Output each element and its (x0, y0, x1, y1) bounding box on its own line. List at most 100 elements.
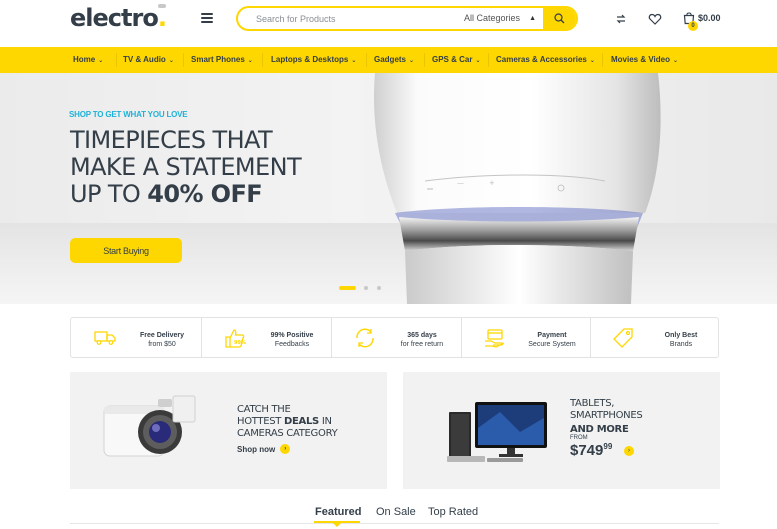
svg-text:99%: 99% (234, 340, 246, 346)
hero-title: TIMEPIECES THAT MAKE A STATEMENT UP TO 4… (70, 126, 302, 208)
main-nav: Home ⌄ TV & Audio ⌄ Smart Phones ⌄ Laptops … (0, 47, 777, 73)
hero-product-image: — + (374, 73, 661, 304)
nav-item-label: Movies & Video (611, 55, 670, 64)
chevron-down-icon: ⌄ (589, 58, 595, 64)
nav-item-smart-phones[interactable]: Smart Phones ⌄ (191, 47, 253, 73)
hero-slider: — + SHOP TO GET WHAT YOU LOVE TIMEPIECES… (0, 73, 777, 304)
feature-subtitle: Brands (669, 341, 693, 348)
arrow-right-icon: › (280, 444, 291, 454)
price-from-label: FROM (570, 435, 588, 441)
banner-price: $74999 (570, 442, 612, 459)
slider-dot-active[interactable] (339, 286, 356, 290)
nav-item-label: Gadgets (374, 55, 407, 64)
shop-now-label: Shop now (237, 445, 276, 455)
nav-item-label: TV & Audio (123, 55, 166, 64)
logo-text: electro (70, 4, 159, 32)
search-icon (554, 13, 565, 24)
camera-image (103, 395, 196, 457)
thumbs-up-icon: 99% (225, 329, 246, 348)
chevron-down-icon: ⌄ (672, 58, 679, 64)
banner-cameras-text: CATCH THE HOTTEST DEALS IN CAMERAS CATEG… (237, 404, 338, 440)
hero-title-line2: MAKE A STATEMENT (70, 153, 302, 181)
chevron-down-icon: ⌄ (351, 58, 357, 64)
tag-icon (613, 328, 633, 348)
search-bar: All Categories ▲ (236, 6, 578, 31)
feature-subtitle: for free return (400, 341, 444, 348)
nav-item-laptops-desktops[interactable]: Laptops & Desktops ⌄ (271, 47, 356, 73)
truck-icon (94, 331, 116, 345)
hero-subtitle: SHOP TO GET WHAT YOU LOVE (69, 110, 188, 119)
wishlist-heart-icon[interactable] (648, 12, 662, 26)
hero-title-line1: TIMEPIECES THAT (70, 126, 273, 154)
hero-title-prefix: UP TO (70, 180, 148, 208)
banner-cameras[interactable]: CATCH THE HOTTEST DEALS IN CAMERAS CATEG… (70, 372, 387, 489)
feature-subtitle: from $50 (148, 341, 176, 348)
tabs-divider (70, 523, 719, 524)
nav-item-label: Cameras & Accessories (496, 55, 587, 64)
tab-top-rated[interactable]: Top Rated (428, 506, 478, 518)
nav-item-movies-video[interactable]: Movies & Video ⌄ (611, 47, 678, 73)
feature-text: 99% Positive Feedbacks (255, 331, 329, 349)
category-select[interactable]: All Categories ▲ (464, 8, 544, 29)
nav-item-tv-audio[interactable]: TV & Audio ⌄ (123, 47, 174, 73)
feature-title: 99% Positive (270, 332, 314, 339)
tab-on-sale[interactable]: On Sale (376, 506, 416, 518)
slider-dot[interactable] (377, 286, 381, 290)
product-tabs: Featured On Sale Top Rated (0, 499, 777, 529)
nav-item-cameras-accessories[interactable]: Cameras & Accessories ⌄ (496, 47, 595, 73)
feature-secure-payment: Payment Secure System (461, 318, 591, 357)
cart-count-badge: 0 (688, 21, 698, 31)
nav-item-label: Home (73, 55, 96, 64)
chevron-down-icon: ⌄ (409, 58, 415, 64)
banner-tablets[interactable]: TABLETS, SMARTPHONES AND MORE FROM $7499… (403, 372, 720, 489)
nav-item-gps-car[interactable]: GPS & Car ⌄ (432, 47, 481, 73)
cart-total[interactable]: $0.00 (698, 13, 721, 23)
return-icon (356, 328, 374, 348)
feature-free-return: 365 days for free return (331, 318, 461, 357)
svg-text:—: — (457, 179, 464, 187)
search-button[interactable] (543, 8, 576, 29)
price-cents: 99 (603, 442, 613, 451)
feature-title: 365 days (407, 332, 437, 339)
feature-subtitle: Feedbacks (274, 341, 310, 348)
banner-tablets-text: TABLETS, SMARTPHONES (570, 398, 643, 422)
chevron-down-icon: ⌄ (98, 58, 104, 64)
feature-title: Only Best (664, 332, 698, 339)
select-arrows-icon: ▲ (529, 15, 536, 22)
hero-title-discount: 40% OFF (147, 180, 263, 208)
banner-line: HOTTEST DEALS IN (237, 416, 337, 428)
features-bar: Free Delivery from $50 99% 99% Positive Fe… (70, 317, 719, 358)
compare-icon[interactable] (614, 12, 628, 26)
price-main: $749 (570, 442, 604, 459)
nav-item-label: Laptops & Desktops (271, 55, 349, 64)
feature-subtitle: Secure System (528, 341, 576, 348)
banner-text-suffix: IN (318, 416, 332, 427)
banner-text-bold: DEALS (284, 416, 319, 427)
svg-text:+: + (489, 179, 495, 187)
nav-item-gadgets[interactable]: Gadgets ⌄ (374, 47, 414, 73)
menu-icon[interactable] (201, 13, 213, 23)
nav-item-label: GPS & Car (432, 55, 473, 64)
banner-line: TABLETS, (570, 398, 615, 409)
arrow-right-icon[interactable]: › (624, 446, 634, 456)
feature-text: 365 days for free return (385, 331, 459, 349)
payment-icon (485, 329, 505, 348)
search-input[interactable] (238, 8, 453, 29)
banner-line: CATCH THE (237, 404, 291, 415)
tab-featured[interactable]: Featured (315, 506, 361, 518)
banner-tablets-bold: AND MORE (570, 424, 629, 435)
banner-text-prefix: HOTTEST (237, 416, 284, 427)
site-logo[interactable]: electro. (70, 4, 167, 32)
feature-text: Only Best Brands (644, 331, 718, 349)
feature-positive-feedback: 99% 99% Positive Feedbacks (201, 318, 331, 357)
start-buying-button[interactable]: Start Buying (70, 238, 182, 263)
banner-line: CAMERAS CATEGORY (237, 428, 338, 439)
shop-now-link[interactable]: Shop now › (237, 444, 291, 455)
chevron-down-icon: ⌄ (475, 58, 481, 64)
nav-item-home[interactable]: Home ⌄ (73, 47, 103, 73)
category-select-value: All Categories (464, 13, 521, 23)
feature-text: Payment Secure System (515, 331, 589, 349)
chevron-down-icon: ⌄ (168, 58, 174, 64)
feature-best-brands: Only Best Brands (590, 318, 718, 357)
slider-dot[interactable] (364, 286, 368, 290)
